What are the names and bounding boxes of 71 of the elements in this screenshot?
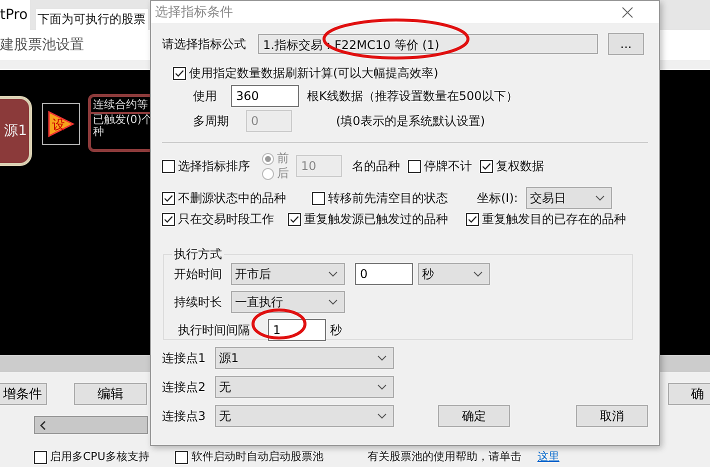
count-label: 使用 [193,88,218,104]
chevron-down-icon [377,384,387,390]
checkbox-label: 只在交易时段工作 [178,211,274,228]
source-cylinder[interactable]: 源1 [0,96,32,166]
start-mode-dropdown[interactable]: 开市后 [231,263,345,285]
formula-label: 请选择指标公式 [162,36,246,52]
chevron-left-icon[interactable] [40,420,46,430]
count-field[interactable]: 360 [231,85,299,107]
checkbox[interactable] [466,213,479,226]
checkbox-label: 重复触发目的已存在的品种 [482,211,626,228]
checkbox[interactable] [175,450,188,464]
checkbox-label: 复权数据 [496,158,544,174]
connection-label: 连接点3 [162,408,207,424]
panel-button[interactable]: 增条件 [0,383,47,405]
help-text: 有关股票池的使用帮助，请单击 [367,450,522,464]
checkbox[interactable] [162,192,175,204]
formula-field[interactable]: 1.指标交易：F22MC10 等价 (1) [258,34,598,54]
close-icon[interactable] [622,6,633,18]
checkbox-label: 停牌不计 [424,158,472,174]
duration-label: 持续时长 [174,294,223,310]
checkbox-label: 不删源状态中的品种 [178,190,286,206]
list-header: 下面为可执行的股票 [36,9,148,30]
rank-suffix: 名的品种 [352,158,400,174]
checkbox-label: 启用多CPU多核支持 [50,450,150,464]
chevron-down-icon [328,271,338,277]
checkbox-label: 重复触发源已触发过的品种 [304,211,448,228]
checkbox[interactable] [480,160,493,172]
axis-label: 坐标(I): [477,190,518,206]
checkbox[interactable] [34,450,47,464]
app-tab[interactable]: tPro [0,0,30,30]
ok-button[interactable]: 确定 [438,405,510,427]
connection-dropdown[interactable]: 无 [215,376,394,398]
hand-drawn-circle-annotation [251,308,307,340]
duration-dropdown[interactable]: 一直执行 [231,291,345,313]
horizontal-scrollbar[interactable] [34,416,148,434]
radio-label: 前 [277,151,289,166]
help-link[interactable]: 这里 [537,450,560,464]
count-hint: 根K线数据（推荐设置数量在500以下） [307,88,518,104]
checkbox-label: 软件启动时自动启动股票池 [191,450,324,464]
connection-label: 连接点2 [162,378,207,396]
checkbox[interactable] [162,213,175,226]
chevron-down-icon [473,271,483,277]
checkbox[interactable] [173,67,186,80]
start-offset-field[interactable]: 0 [355,263,413,285]
axis-dropdown[interactable]: 交易日 [526,187,612,209]
panel-button[interactable]: 确 [668,383,710,405]
group-title: 执行方式 [173,246,223,263]
chevron-down-icon [377,413,387,419]
connection-dropdown[interactable]: 源1 [215,347,394,369]
checkbox-label: 转移前先清空目的状态 [328,190,448,206]
connection-dropdown[interactable]: 无 [215,405,394,427]
browse-button[interactable]: ... [608,33,644,55]
checkbox-label: 使用指定数量数据刷新计算(可以大幅提高效率) [189,65,438,82]
chevron-down-icon [377,355,387,361]
checkbox[interactable] [408,160,421,172]
checkbox[interactable] [288,213,301,226]
time-unit-dropdown[interactable]: 秒 [418,263,490,285]
checkbox[interactable] [312,192,325,204]
multi-period-label: 多周期 [193,112,230,130]
radio-label: 后 [277,166,289,181]
checkbox-label: 选择指标排序 [178,158,250,174]
chevron-down-icon [328,299,338,305]
dialog-title: 选择指标条件 [155,4,233,21]
connection-label: 连接点1 [162,350,207,366]
interval-unit: 秒 [330,322,342,338]
interval-label: 执行时间间隔 [178,322,251,338]
start-time-label: 开始时间 [174,266,223,282]
multi-period-hint: (填0表示的是系统默认设置) [336,112,485,130]
cancel-button[interactable]: 取消 [576,405,648,427]
chevron-down-icon [594,195,605,201]
panel-button[interactable]: 编辑 [74,383,147,405]
